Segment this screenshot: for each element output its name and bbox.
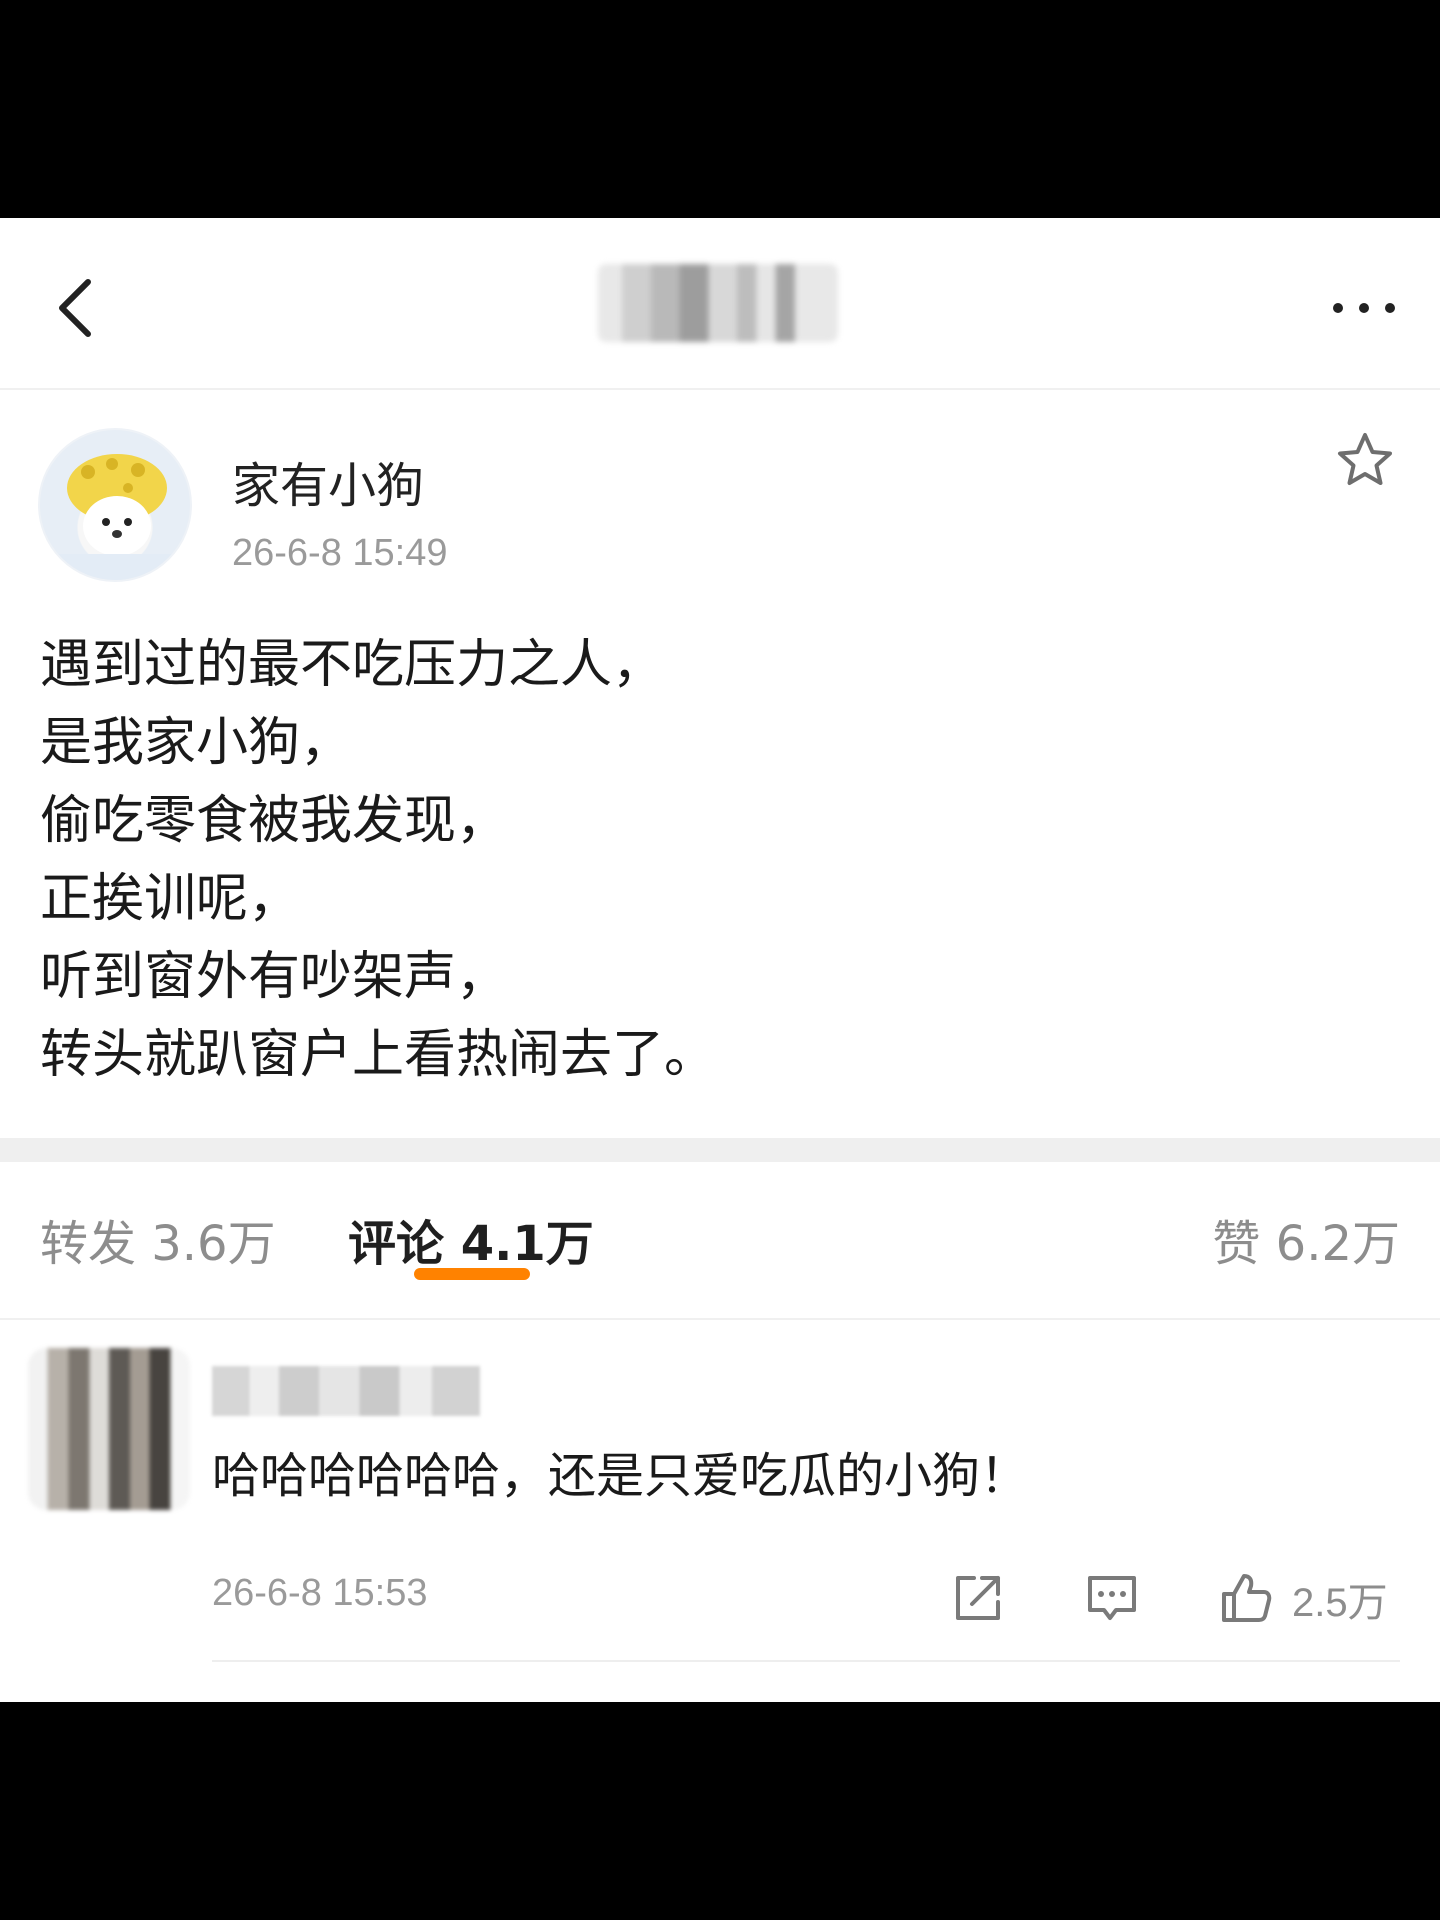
chevron-left-icon xyxy=(59,279,91,337)
post-line: 听到窗外有吵架声， xyxy=(40,947,509,1007)
post-line: 是我家小狗， xyxy=(40,713,353,773)
thumbs-up-icon xyxy=(1222,1574,1272,1622)
more-dots-icon xyxy=(1333,303,1395,313)
author-avatar[interactable] xyxy=(38,428,192,582)
post-line: 偷吃零食被我发现， xyxy=(40,791,509,851)
interaction-tabs: 转发 3.6万 评论 4.1万 赞 6.2万 xyxy=(0,1162,1440,1320)
post-line: 遇到过的最不吃压力之人， xyxy=(40,635,665,695)
comment-like-button[interactable] xyxy=(1218,1570,1274,1626)
comment-icon xyxy=(1088,1576,1136,1620)
nav-title-redacted xyxy=(598,264,838,342)
comment-like-count: 2.5万 xyxy=(1292,1581,1388,1625)
comment-text: 哈哈哈哈哈哈，还是只爱吃瓜的小狗！ xyxy=(212,1448,1029,1504)
comment-divider xyxy=(212,1660,1400,1662)
tab-repost[interactable]: 转发 3.6万 xyxy=(40,1204,276,1274)
section-separator xyxy=(0,1138,1440,1162)
tab-comment[interactable]: 评论 4.1万 xyxy=(348,1204,594,1274)
more-button[interactable] xyxy=(1328,288,1400,328)
post-line: 正挨训呢， xyxy=(40,869,301,929)
favorite-button[interactable] xyxy=(1334,430,1396,492)
star-icon xyxy=(1338,433,1392,485)
share-icon xyxy=(956,1576,1000,1620)
comment-share-button[interactable] xyxy=(950,1570,1006,1626)
dog-avatar-image xyxy=(58,454,176,580)
screen: 家有小狗 26-6-8 15:49 遇到过的最不吃压力之人， 是我家小狗， 偷吃… xyxy=(0,218,1440,1702)
commenter-avatar[interactable] xyxy=(28,1348,190,1510)
active-tab-indicator xyxy=(414,1268,530,1280)
tab-like[interactable]: 赞 6.2万 xyxy=(1212,1204,1400,1274)
back-button[interactable] xyxy=(44,268,114,348)
nav-bar xyxy=(0,218,1440,390)
post-line: 转头就趴窗户上看热闹去了。 xyxy=(40,1025,717,1085)
commenter-name-redacted[interactable] xyxy=(212,1366,480,1416)
comment-reply-button[interactable] xyxy=(1084,1570,1140,1626)
post-timestamp: 26-6-8 15:49 xyxy=(232,532,448,574)
author-name[interactable]: 家有小狗 xyxy=(232,446,424,516)
comment-timestamp: 26-6-8 15:53 xyxy=(212,1572,428,1614)
post-body: 遇到过的最不吃压力之人， 是我家小狗， 偷吃零食被我发现， 正挨训呢， 听到窗外… xyxy=(40,626,1400,1094)
